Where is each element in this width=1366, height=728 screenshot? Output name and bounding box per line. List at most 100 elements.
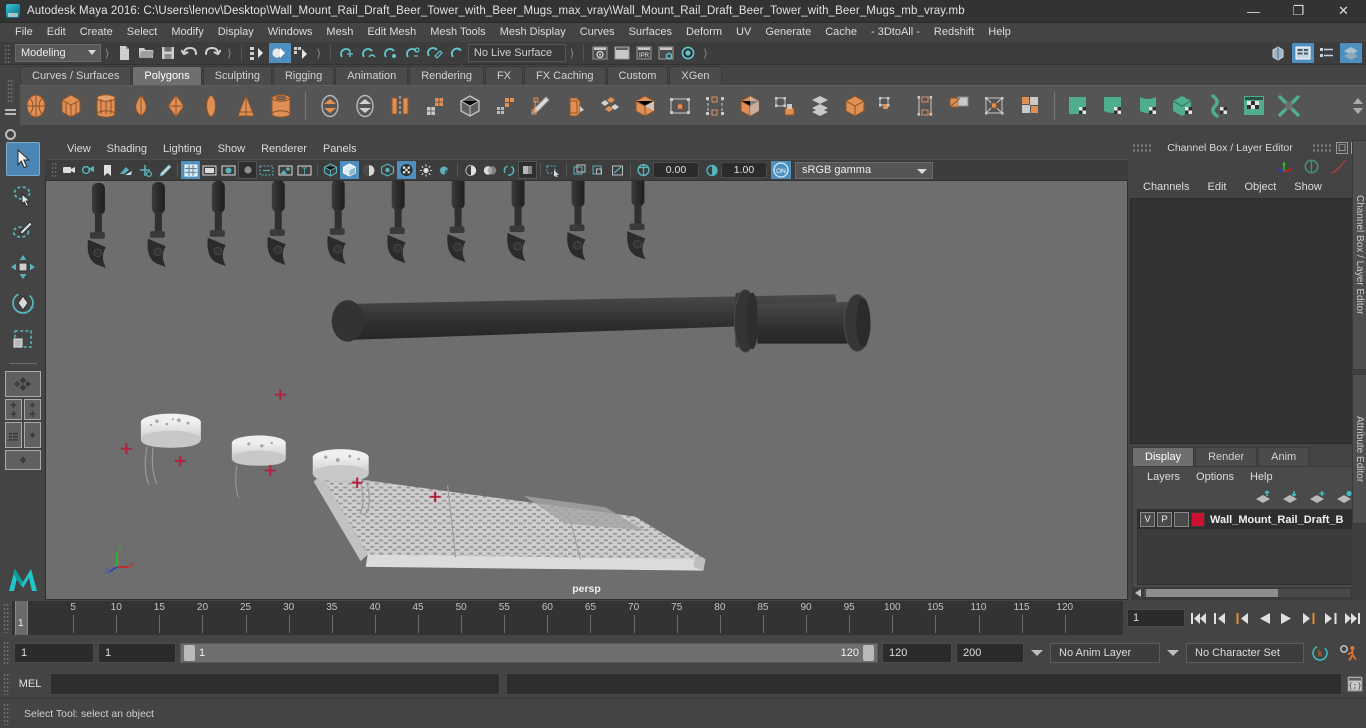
viewport-menu-panels[interactable]: Panels — [315, 140, 365, 159]
poly-extract-icon[interactable] — [454, 90, 486, 122]
anim-layer-selector[interactable]: No Anim Layer — [1050, 643, 1160, 663]
shelf-tab-fx[interactable]: FX — [484, 66, 524, 85]
grid-icon[interactable] — [181, 161, 200, 179]
image-plane-icon[interactable] — [117, 161, 136, 179]
layer-horizontal-scrollbar[interactable] — [1133, 587, 1361, 599]
viewport-menu-show[interactable]: Show — [210, 140, 254, 159]
poly-sphere-icon[interactable] — [20, 90, 52, 122]
menu-item-surfaces[interactable]: Surfaces — [622, 23, 679, 42]
flat-shade-icon[interactable] — [359, 161, 378, 179]
exposure-field[interactable]: 0.00 — [653, 162, 699, 178]
close-button[interactable]: ✕ — [1321, 0, 1366, 23]
show-hide-channel-box-icon[interactable] — [1340, 43, 1362, 63]
tool-settings-icon[interactable] — [1329, 158, 1348, 175]
layer-menu-help[interactable]: Help — [1242, 471, 1281, 483]
step-forward-frame-icon[interactable] — [1299, 608, 1318, 628]
gamma-icon[interactable] — [702, 161, 721, 179]
single-perspective-view-layout[interactable] — [4, 371, 41, 397]
rotate-tool[interactable] — [6, 286, 40, 320]
paint-select-tool[interactable] — [6, 214, 40, 248]
command-input[interactable] — [50, 673, 500, 695]
step-back-frame-icon[interactable] — [1233, 608, 1252, 628]
select-object-icon[interactable] — [268, 43, 291, 63]
menu-item-3dtoall[interactable]: - 3DtoAll - — [864, 23, 927, 42]
play-backwards-icon[interactable] — [1255, 608, 1274, 628]
motion-blur-icon[interactable] — [480, 161, 499, 179]
hypershade-icon[interactable] — [677, 43, 699, 63]
menu-item-mesh[interactable]: Mesh — [319, 23, 360, 42]
poly-flip-icon[interactable] — [944, 90, 976, 122]
scale-tool[interactable] — [6, 322, 40, 356]
layer-visibility-toggle[interactable]: V — [1140, 512, 1155, 527]
show-hide-modeling-toolkit-icon[interactable] — [1268, 43, 1290, 63]
shelf-tab-rigging[interactable]: Rigging — [272, 66, 335, 85]
make-live-icon[interactable] — [446, 43, 468, 63]
range-slider-right-handle[interactable] — [863, 645, 874, 661]
channelbox-menu-channels[interactable]: Channels — [1134, 181, 1198, 193]
range-slider-left-handle[interactable] — [184, 645, 195, 661]
layer-menu-options[interactable]: Options — [1188, 471, 1242, 483]
poly-torus-icon[interactable] — [160, 90, 192, 122]
layer-playback-toggle[interactable]: P — [1157, 512, 1172, 527]
play-forwards-icon[interactable] — [1277, 608, 1296, 628]
viewport-menu-lighting[interactable]: Lighting — [155, 140, 210, 159]
layer-list[interactable]: V P Wall_Mount_Rail_Draft_B — [1137, 509, 1357, 585]
show-hide-tool-settings-icon[interactable] — [1316, 43, 1338, 63]
open-scene-icon[interactable] — [135, 43, 157, 63]
time-slider-grip[interactable] — [3, 603, 10, 633]
ipr-render-icon[interactable]: IPR — [633, 43, 655, 63]
layer-menu-layers[interactable]: Layers — [1139, 471, 1188, 483]
select-group-collapse-icon[interactable]: ⟩ — [313, 47, 325, 60]
poly-fill-hole-icon[interactable] — [804, 90, 836, 122]
select-hierarchy-icon[interactable] — [247, 43, 269, 63]
viewport-toolbar-grip[interactable] — [51, 162, 58, 178]
panel-undock-button[interactable]: ☐ — [1336, 142, 1348, 154]
scroll-track[interactable] — [1144, 589, 1350, 597]
help-line-grip[interactable] — [3, 702, 10, 725]
poly-mirror-icon[interactable] — [384, 90, 416, 122]
new-layer-icon[interactable] — [1309, 490, 1326, 504]
poly-separate-icon[interactable] — [349, 90, 381, 122]
poly-combine-icon[interactable] — [314, 90, 346, 122]
poly-reduce-icon[interactable] — [489, 90, 521, 122]
anim-end-field[interactable]: 200 — [956, 643, 1024, 663]
file-group-collapse-icon[interactable]: ⟩ — [223, 47, 235, 60]
shelf-tab-rendering[interactable]: Rendering — [409, 66, 484, 85]
minimize-button[interactable]: — — [1231, 0, 1276, 23]
poly-bridge-icon[interactable] — [594, 90, 626, 122]
lasso-select-tool[interactable] — [6, 178, 40, 212]
shelf-scroll-arrows[interactable] — [1350, 86, 1366, 126]
undo-icon[interactable] — [179, 43, 201, 63]
poly-quadrangulate-icon[interactable] — [874, 90, 906, 122]
textured-icon[interactable] — [378, 161, 397, 179]
uv-cylindrical-icon[interactable] — [1098, 90, 1130, 122]
shelf-tab-polygons[interactable]: Polygons — [132, 66, 202, 85]
safe-action-icon[interactable] — [276, 161, 295, 179]
command-line-grip[interactable] — [3, 673, 10, 695]
save-scene-icon[interactable] — [157, 43, 179, 63]
screen-space-ao-icon[interactable] — [461, 161, 480, 179]
menu-item-curves[interactable]: Curves — [573, 23, 622, 42]
uv-editor-icon[interactable] — [1238, 90, 1270, 122]
menu-item-modify[interactable]: Modify — [164, 23, 210, 42]
show-hide-attribute-editor-icon[interactable] — [1292, 43, 1314, 63]
menu-item-help[interactable]: Help — [981, 23, 1018, 42]
poly-plane-icon[interactable] — [195, 90, 227, 122]
viewport-menu-renderer[interactable]: Renderer — [253, 140, 315, 159]
lock-camera-icon[interactable] — [79, 161, 98, 179]
render-view-icon[interactable] — [589, 43, 611, 63]
four-view-layout[interactable] — [4, 399, 22, 420]
channel-box-icon[interactable] — [1275, 158, 1294, 175]
new-scene-icon[interactable] — [113, 43, 135, 63]
poly-merge-icon[interactable] — [734, 90, 766, 122]
viewport-menu-view[interactable]: View — [59, 140, 99, 159]
menu-item-cache[interactable]: Cache — [818, 23, 864, 42]
move-tool[interactable] — [6, 250, 40, 284]
hypergraph-persp-layout[interactable] — [23, 422, 41, 448]
shelf-tab-animation[interactable]: Animation — [335, 66, 409, 85]
layer-name[interactable]: Wall_Mount_Rail_Draft_B — [1207, 514, 1343, 526]
move-layer-down-icon[interactable] — [1282, 490, 1299, 504]
layer-color-swatch[interactable] — [1191, 512, 1205, 527]
scroll-thumb[interactable] — [1146, 589, 1278, 597]
new-layer-from-selected-icon[interactable] — [1336, 490, 1353, 504]
